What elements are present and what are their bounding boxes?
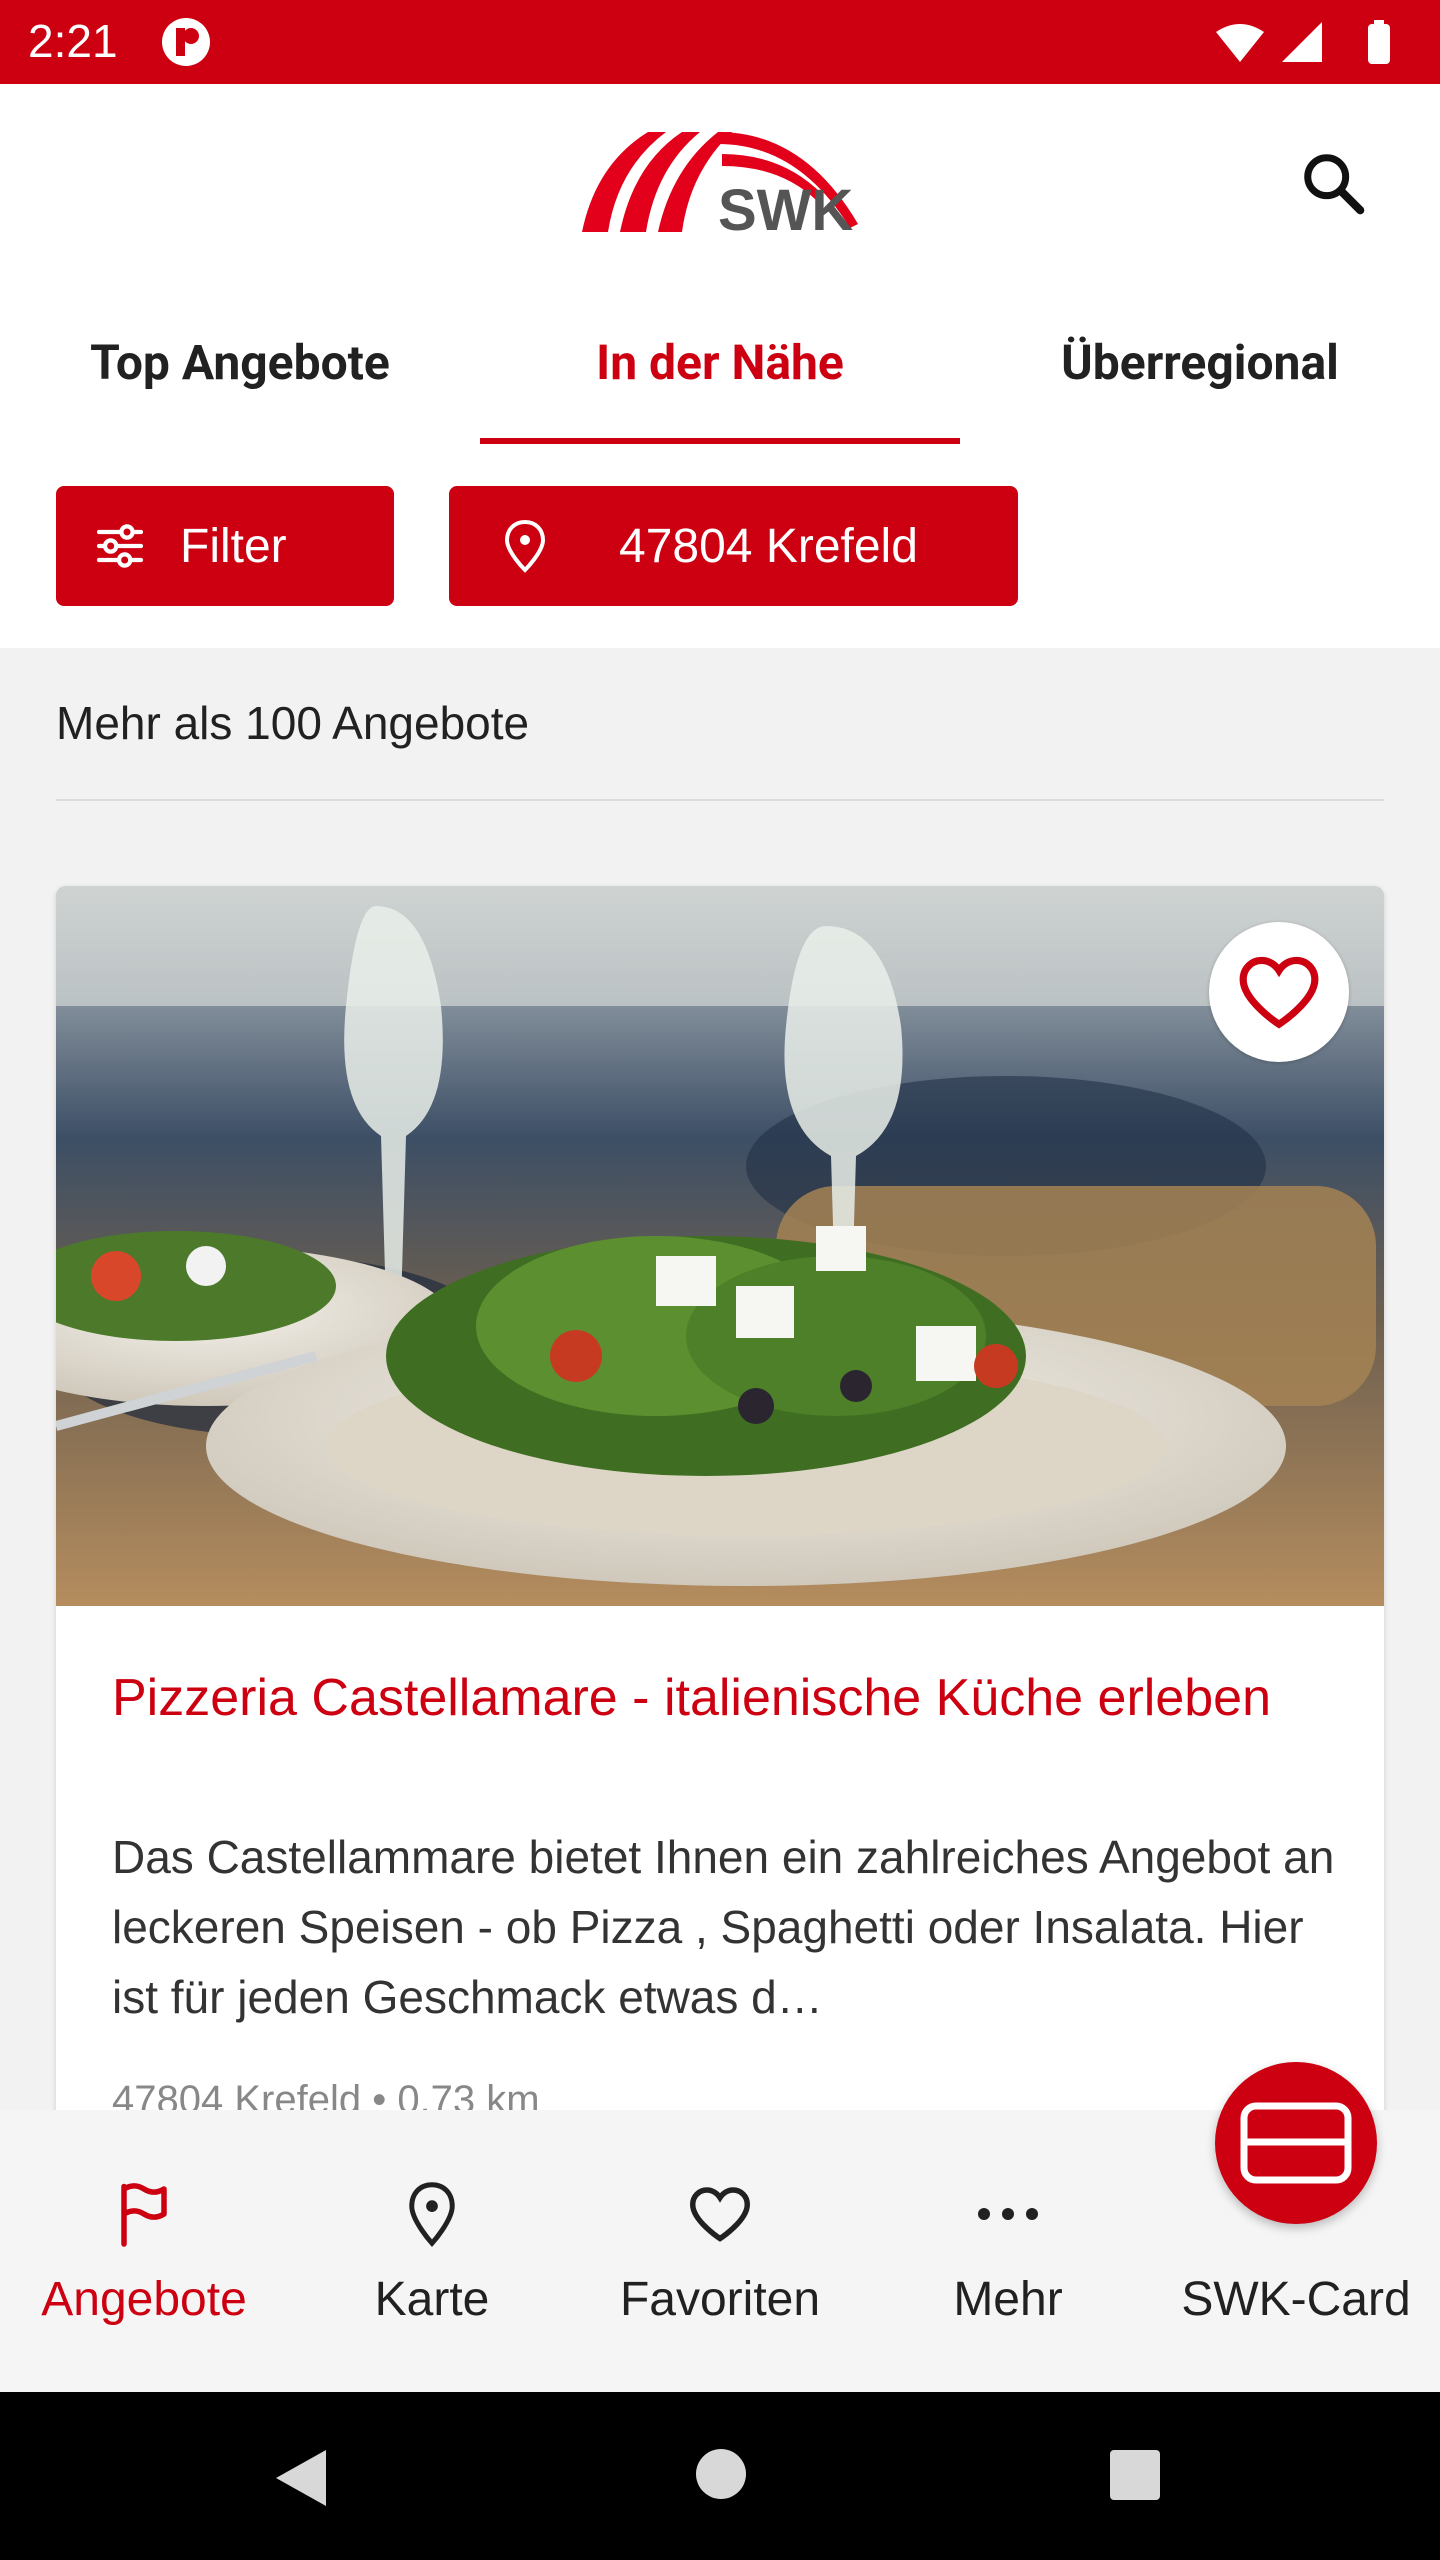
search-icon (1304, 154, 1365, 215)
offer-list[interactable]: Mehr als 100 Angebote Pizzeria Castellam… (0, 648, 1440, 2110)
status-time: 2:21 (28, 15, 118, 67)
back-icon[interactable] (270, 2446, 330, 2510)
status-bar: 2:21 (0, 0, 1440, 84)
card-icon (1240, 2102, 1352, 2184)
filter-button[interactable]: Filter (56, 486, 394, 606)
tab-top-angebote[interactable]: Top Angebote (0, 284, 480, 444)
app-header: SWK (0, 84, 1440, 284)
nav-karte[interactable]: Karte (288, 2174, 576, 2374)
location-button[interactable]: 47804 Krefeld (449, 486, 1018, 606)
filter-bar: Filter 47804 Krefeld (0, 444, 1440, 648)
swk-logo: SWK (582, 132, 858, 236)
recents-icon[interactable] (1108, 2446, 1162, 2502)
heart-icon (689, 2187, 751, 2242)
nav-mehr-label: Mehr (953, 2273, 1063, 2326)
nav-favoriten-label: Favoriten (619, 2273, 821, 2326)
offer-description: Das Castellammare bietet Ihnen ein zahlr… (112, 1831, 1335, 2023)
nav-favoriten[interactable]: Favoriten (576, 2174, 864, 2374)
nav-swk-card-label: SWK-Card (1181, 2273, 1411, 2326)
offer-card[interactable]: Pizzeria Castellamare - italienische Küc… (56, 886, 1384, 2110)
flag-icon (121, 2183, 167, 2247)
nav-angebote[interactable]: Angebote (0, 2174, 288, 2374)
more-dots-icon (978, 2208, 1038, 2220)
offer-location-distance: 47804 Krefeld • 0,73 km (112, 2078, 540, 2110)
tab-ueberregional[interactable]: Überregional (960, 284, 1440, 444)
signal-icon (1282, 22, 1322, 62)
offer-tabs: Top Angebote In der Nähe Überregional (0, 284, 1440, 444)
offer-image (56, 886, 1384, 1606)
battery-icon (1368, 24, 1390, 64)
search-button[interactable] (1292, 142, 1376, 226)
offer-title[interactable]: Pizzeria Castellamare - italienische Küc… (112, 1656, 1312, 1740)
tab-in-der-naehe[interactable]: In der Nähe (480, 284, 960, 444)
swk-card-button[interactable] (1215, 2062, 1377, 2224)
nav-mehr[interactable]: Mehr (864, 2174, 1152, 2374)
location-label: 47804 Krefeld (619, 519, 918, 573)
divider (56, 799, 1384, 801)
favorite-button[interactable] (1209, 922, 1349, 1062)
location-pin-icon (504, 519, 546, 573)
filter-label: Filter (180, 519, 287, 573)
svg-text:SWK: SWK (718, 178, 853, 236)
location-pin-icon (409, 2182, 455, 2247)
system-status-icons (1216, 20, 1390, 64)
heart-icon (1239, 956, 1319, 1029)
sliders-icon (96, 524, 144, 568)
wifi-icon (1216, 24, 1264, 62)
nav-karte-label: Karte (374, 2273, 490, 2326)
system-navigation-bar (0, 2392, 1440, 2560)
home-icon[interactable] (694, 2446, 748, 2502)
nav-angebote-label: Angebote (41, 2273, 247, 2326)
app-notification-icon (162, 18, 210, 66)
result-count: Mehr als 100 Angebote (56, 697, 530, 749)
